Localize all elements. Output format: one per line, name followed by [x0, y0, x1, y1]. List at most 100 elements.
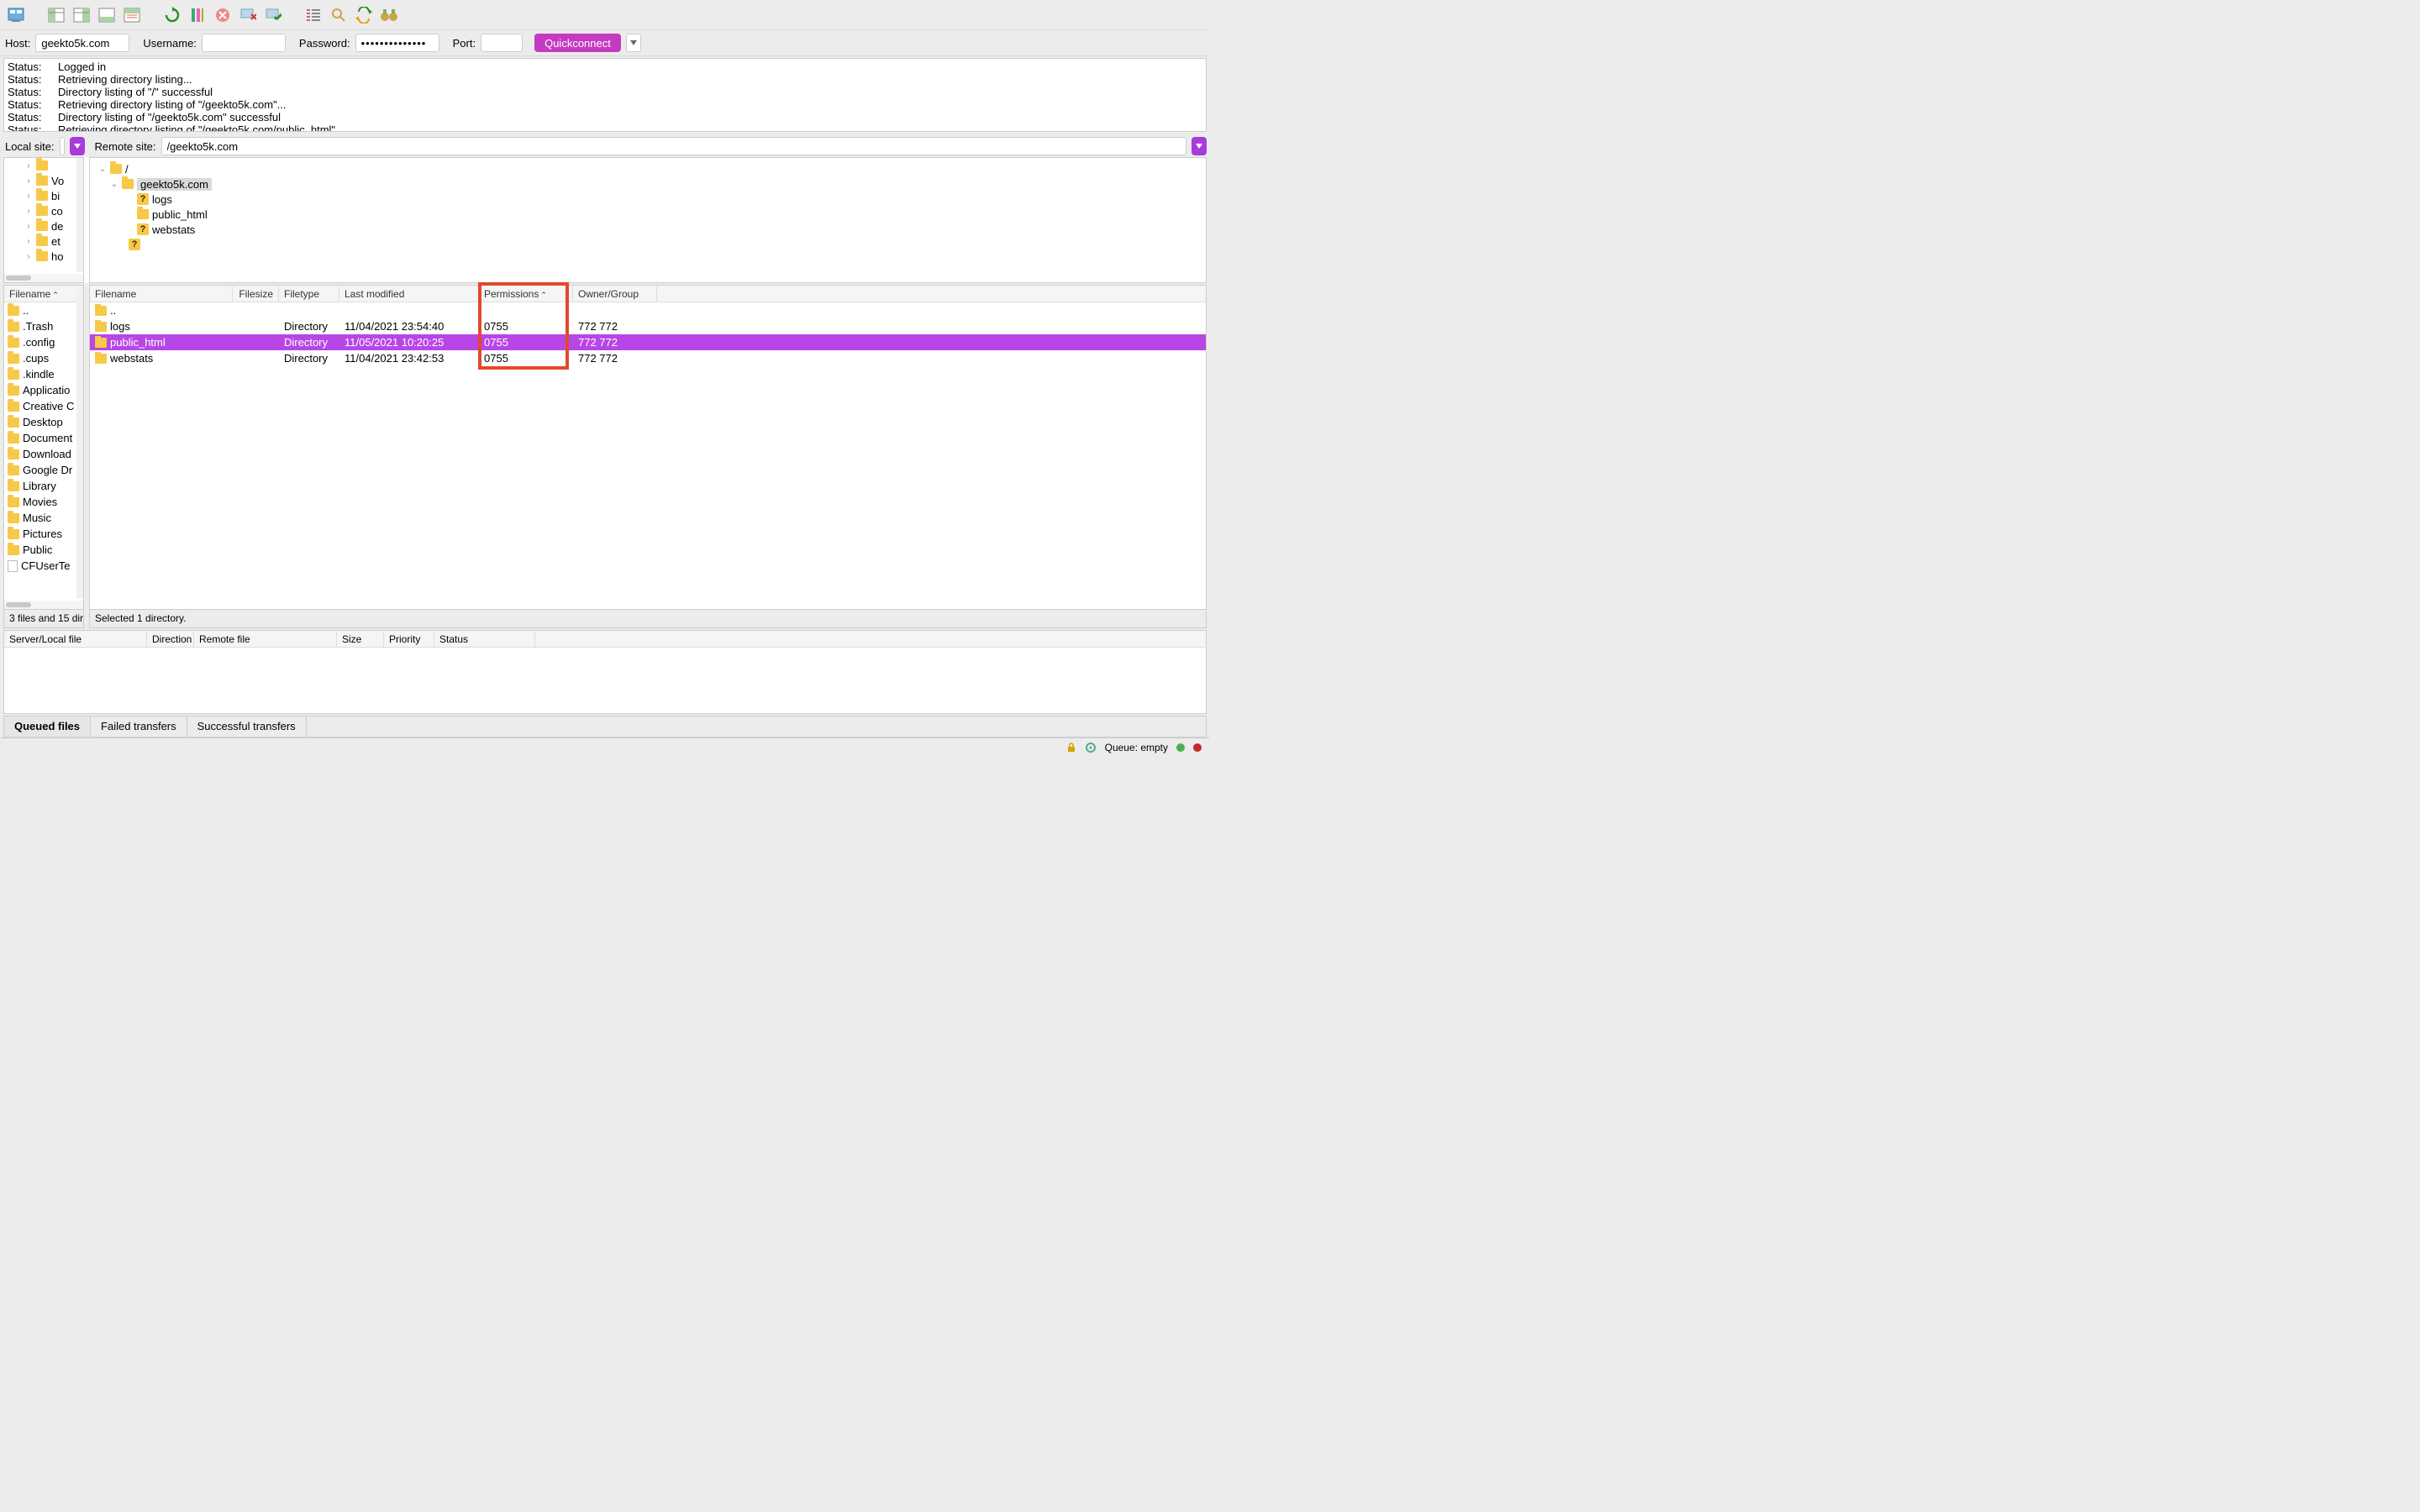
- remote-file-list[interactable]: Filename Filesize Filetype Last modified…: [89, 285, 1207, 610]
- remote-column-filename[interactable]: Filename: [90, 286, 233, 302]
- local-tree-item[interactable]: ›de: [4, 218, 83, 234]
- local-list-row[interactable]: .config: [4, 334, 83, 350]
- queue-column[interactable]: Remote file: [194, 632, 337, 647]
- disconnect-icon[interactable]: [237, 4, 259, 26]
- toggle-log-icon[interactable]: [121, 4, 143, 26]
- chevron-right-icon[interactable]: ›: [24, 192, 33, 201]
- transfer-queue[interactable]: Server/Local fileDirectionRemote fileSiz…: [3, 630, 1207, 714]
- local-list-row[interactable]: CFUserTe: [4, 558, 83, 574]
- gear-icon[interactable]: [1085, 742, 1097, 753]
- file-permissions: 0755: [479, 320, 573, 333]
- remote-site-input[interactable]: [161, 137, 1186, 155]
- local-file-list[interactable]: Filename⌃ ...Trash.config.cups.kindleApp…: [3, 285, 84, 610]
- local-list-row[interactable]: .Trash: [4, 318, 83, 334]
- password-input[interactable]: [355, 34, 439, 52]
- remote-list-row[interactable]: public_html Directory 11/05/2021 10:20:2…: [90, 334, 1206, 350]
- local-list-row[interactable]: Public: [4, 542, 83, 558]
- remote-site-dropdown[interactable]: [1192, 137, 1207, 155]
- quickconnect-history-dropdown[interactable]: [626, 34, 641, 52]
- chevron-right-icon[interactable]: ›: [24, 252, 33, 261]
- toggle-local-tree-icon[interactable]: [45, 4, 67, 26]
- file-name: Desktop: [23, 416, 63, 428]
- search-icon[interactable]: [328, 4, 350, 26]
- local-list-row[interactable]: Desktop: [4, 414, 83, 430]
- local-tree-item[interactable]: ›et: [4, 234, 83, 249]
- remote-column-filesize[interactable]: Filesize: [233, 286, 279, 302]
- compare-icon[interactable]: [353, 4, 375, 26]
- local-list-row[interactable]: Document: [4, 430, 83, 446]
- toggle-remote-tree-icon[interactable]: [71, 4, 92, 26]
- chevron-right-icon[interactable]: ›: [24, 237, 33, 246]
- remote-list-row[interactable]: logs Directory 11/04/2021 23:54:40 0755 …: [90, 318, 1206, 334]
- local-tree-item[interactable]: ›Vo: [4, 173, 83, 188]
- local-tree[interactable]: ››Vo›bi›co›de›et›ho: [3, 157, 84, 283]
- tab-successful-transfers[interactable]: Successful transfers: [187, 717, 307, 737]
- remote-tree-root[interactable]: ⌄ /: [95, 161, 1201, 176]
- queue-column[interactable]: Server/Local file: [4, 632, 147, 647]
- remote-tree-item[interactable]: ?webstats: [95, 222, 1201, 237]
- chevron-down-icon[interactable]: ⌄: [98, 165, 107, 174]
- remote-tree-item[interactable]: public_html: [95, 207, 1201, 222]
- remote-tree-domain[interactable]: ⌄ geekto5k.com: [95, 176, 1201, 192]
- tab-failed-transfers[interactable]: Failed transfers: [91, 717, 187, 737]
- scrollbar-vertical[interactable]: [76, 286, 83, 599]
- local-site-dropdown[interactable]: [70, 137, 85, 155]
- local-list-row[interactable]: .kindle: [4, 366, 83, 382]
- local-list-row[interactable]: Music: [4, 510, 83, 526]
- local-list-row[interactable]: ..: [4, 302, 83, 318]
- username-input[interactable]: [202, 34, 286, 52]
- local-list-row[interactable]: Google Dr: [4, 462, 83, 478]
- remote-column-owner[interactable]: Owner/Group: [573, 286, 657, 302]
- process-queue-icon[interactable]: [187, 4, 208, 26]
- remote-column-filetype[interactable]: Filetype: [279, 286, 339, 302]
- local-list-row[interactable]: Pictures: [4, 526, 83, 542]
- status-log[interactable]: Status:Logged inStatus:Retrieving direct…: [3, 58, 1207, 132]
- chevron-down-icon[interactable]: ⌄: [110, 180, 118, 189]
- remote-column-permissions[interactable]: Permissions⌃: [479, 286, 573, 302]
- folder-icon: [8, 322, 19, 332]
- host-input[interactable]: [35, 34, 129, 52]
- tab-queued-files[interactable]: Queued files: [4, 717, 91, 737]
- scrollbar-horizontal[interactable]: [4, 601, 83, 609]
- remote-tree-item[interactable]: ?logs: [95, 192, 1201, 207]
- chevron-right-icon[interactable]: ›: [24, 222, 33, 231]
- remote-tree-item[interactable]: ?: [95, 237, 1201, 252]
- cancel-icon[interactable]: [212, 4, 234, 26]
- remote-list-row[interactable]: ..: [90, 302, 1206, 318]
- status-message: Directory listing of "/geekto5k.com" suc…: [58, 111, 281, 123]
- local-list-row[interactable]: Library: [4, 478, 83, 494]
- queue-column[interactable]: Priority: [384, 632, 434, 647]
- local-tree-item[interactable]: ›co: [4, 203, 83, 218]
- local-tree-item[interactable]: ›bi: [4, 188, 83, 203]
- refresh-icon[interactable]: [161, 4, 183, 26]
- remote-column-lastmod[interactable]: Last modified: [339, 286, 479, 302]
- port-input[interactable]: [481, 34, 523, 52]
- chevron-right-icon[interactable]: ›: [24, 161, 33, 171]
- remote-list-row[interactable]: webstats Directory 11/04/2021 23:42:53 0…: [90, 350, 1206, 366]
- local-list-row[interactable]: Download: [4, 446, 83, 462]
- local-tree-item[interactable]: ›ho: [4, 249, 83, 264]
- binoculars-icon[interactable]: [378, 4, 400, 26]
- local-list-row[interactable]: Movies: [4, 494, 83, 510]
- local-tree-item[interactable]: ›: [4, 158, 83, 173]
- queue-column[interactable]: Status: [434, 632, 535, 647]
- local-list-row[interactable]: .cups: [4, 350, 83, 366]
- remote-tree[interactable]: ⌄ / ⌄ geekto5k.com ?logspublic_html?webs…: [89, 157, 1207, 283]
- chevron-right-icon[interactable]: ›: [24, 176, 33, 186]
- scrollbar-vertical[interactable]: [76, 158, 83, 272]
- toggle-queue-icon[interactable]: [96, 4, 118, 26]
- local-column-filename[interactable]: Filename⌃: [4, 286, 83, 302]
- file-name: CFUserTe: [21, 559, 71, 572]
- scrollbar-horizontal[interactable]: [4, 274, 83, 282]
- reconnect-icon[interactable]: [262, 4, 284, 26]
- local-list-row[interactable]: Creative C: [4, 398, 83, 414]
- status-label: Status:: [8, 73, 45, 86]
- queue-column[interactable]: Direction: [147, 632, 194, 647]
- site-manager-icon[interactable]: [5, 4, 27, 26]
- local-site-input[interactable]: [60, 137, 65, 155]
- chevron-right-icon[interactable]: ›: [24, 207, 33, 216]
- local-list-row[interactable]: Applicatio: [4, 382, 83, 398]
- filter-icon[interactable]: [302, 4, 324, 26]
- quickconnect-button[interactable]: Quickconnect: [534, 34, 621, 52]
- queue-column[interactable]: Size: [337, 632, 384, 647]
